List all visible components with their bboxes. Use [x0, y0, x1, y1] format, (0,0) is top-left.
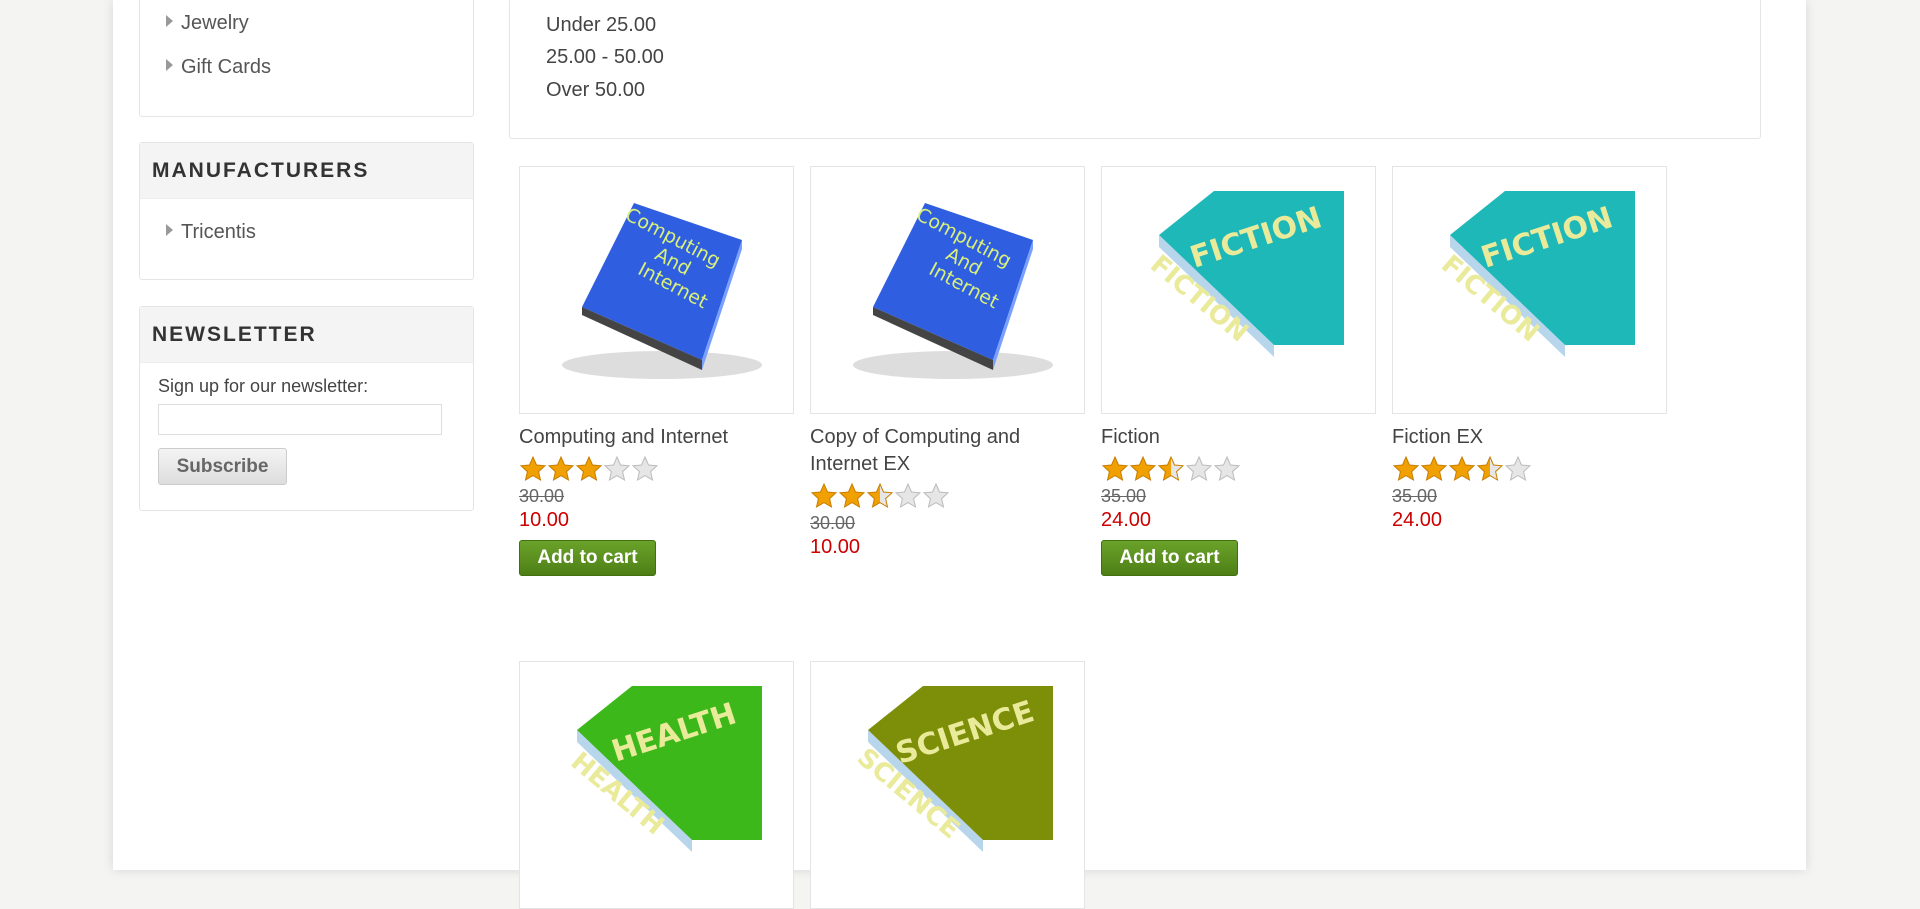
- add-to-cart-button[interactable]: Add to cart: [519, 540, 656, 576]
- product-image[interactable]: Computing And Internet: [810, 166, 1085, 414]
- triangle-right-icon: [166, 15, 173, 27]
- actual-price: 10.00: [519, 509, 570, 531]
- manufacturer-label: Tricentis: [181, 221, 256, 243]
- product-item: Computing And Internet Copy of Computing a…: [810, 166, 1085, 559]
- old-price: 35.00: [1101, 486, 1147, 506]
- rating-stars: [519, 455, 794, 484]
- subscribe-button[interactable]: Subscribe: [158, 448, 287, 485]
- star-icon: [1392, 455, 1420, 482]
- product-image[interactable]: Computing And Internet: [519, 166, 794, 414]
- rating-stars: [810, 482, 1085, 511]
- star-icon: [547, 455, 575, 482]
- star-icon: [922, 482, 950, 509]
- product-image[interactable]: FICTION FICTION: [1392, 166, 1667, 414]
- star-icon: [1129, 455, 1157, 482]
- old-price: 30.00: [519, 486, 565, 506]
- triangle-right-icon: [166, 59, 173, 71]
- star-icon: [1448, 455, 1476, 482]
- star-icon: [1101, 455, 1129, 482]
- product-title[interactable]: Fiction EX: [1392, 424, 1667, 451]
- product-item: SCIENCE SCIENCE: [810, 661, 1085, 909]
- product-image[interactable]: HEALTH HEALTH: [519, 661, 794, 909]
- category-label: Jewelry: [181, 12, 249, 34]
- old-price: 35.00: [1392, 486, 1438, 506]
- newsletter-title: NEWSLETTER: [140, 307, 473, 363]
- star-icon: [894, 482, 922, 509]
- star-icon: [1504, 455, 1532, 482]
- page-container: Jewelry Gift Cards MANUFACTURERS Tricent…: [113, 0, 1806, 909]
- star-icon: [1476, 455, 1504, 482]
- product-title[interactable]: Fiction: [1101, 424, 1376, 451]
- price-range-25-50[interactable]: 25.00 - 50.00: [546, 46, 664, 69]
- product-title[interactable]: Copy of Computing and Internet EX: [810, 424, 1085, 478]
- product-item: FICTION FICTION Fiction 35.00 24.00 Add t…: [1101, 166, 1376, 576]
- newsletter-label: Sign up for our newsletter:: [158, 376, 369, 396]
- category-jewelry[interactable]: Jewelry: [166, 12, 249, 35]
- star-icon: [575, 455, 603, 482]
- product-item: HEALTH HEALTH: [519, 661, 794, 909]
- product-item: FICTION FICTION Fiction EX 35.00 24.00: [1392, 166, 1667, 532]
- star-icon: [603, 455, 631, 482]
- actual-price: 24.00: [1101, 509, 1152, 531]
- manufacturer-tricentis[interactable]: Tricentis: [166, 221, 256, 244]
- star-icon: [1213, 455, 1241, 482]
- star-icon: [1157, 455, 1185, 482]
- newsletter-block: NEWSLETTER Sign up for our newsletter: S…: [139, 306, 474, 511]
- add-to-cart-button[interactable]: Add to cart: [1101, 540, 1238, 576]
- star-icon: [519, 455, 547, 482]
- book-cover-image: HEALTHHEALTH: [564, 686, 762, 852]
- book-cover-image: FICTIONFICTION: [1435, 191, 1635, 357]
- rating-stars: [1392, 455, 1667, 484]
- category-gift-cards[interactable]: Gift Cards: [166, 56, 271, 79]
- manufacturers-block: MANUFACTURERS Tricentis: [139, 142, 474, 280]
- star-icon: [810, 482, 838, 509]
- category-label: Gift Cards: [181, 56, 272, 78]
- star-icon: [631, 455, 659, 482]
- star-icon: [1420, 455, 1448, 482]
- book-cover-image: FICTIONFICTION: [1144, 191, 1344, 357]
- price-range-under-25[interactable]: Under 25.00: [546, 14, 656, 37]
- manufacturers-title: MANUFACTURERS: [140, 143, 473, 199]
- product-item: Computing And Internet Computing and Inter…: [519, 166, 794, 576]
- product-image[interactable]: SCIENCE SCIENCE: [810, 661, 1085, 909]
- star-icon: [838, 482, 866, 509]
- price-range-filter: Under 25.00 25.00 - 50.00 Over 50.00: [509, 0, 1761, 139]
- newsletter-email-input[interactable]: [158, 404, 442, 435]
- star-icon: [1185, 455, 1213, 482]
- star-icon: [866, 482, 894, 509]
- categories-block: Jewelry Gift Cards: [139, 0, 474, 117]
- actual-price: 10.00: [810, 536, 861, 558]
- price-range-over-50[interactable]: Over 50.00: [546, 79, 645, 102]
- old-price: 30.00: [810, 513, 856, 533]
- rating-stars: [1101, 455, 1376, 484]
- actual-price: 24.00: [1392, 509, 1443, 531]
- book-cover-image: ComputingAndInternet: [561, 203, 762, 379]
- triangle-right-icon: [166, 224, 173, 236]
- product-title[interactable]: Computing and Internet: [519, 424, 794, 451]
- book-cover-image: SCIENCESCIENCE: [851, 686, 1053, 852]
- book-cover-image: ComputingAndInternet: [852, 203, 1053, 379]
- product-image[interactable]: FICTION FICTION: [1101, 166, 1376, 414]
